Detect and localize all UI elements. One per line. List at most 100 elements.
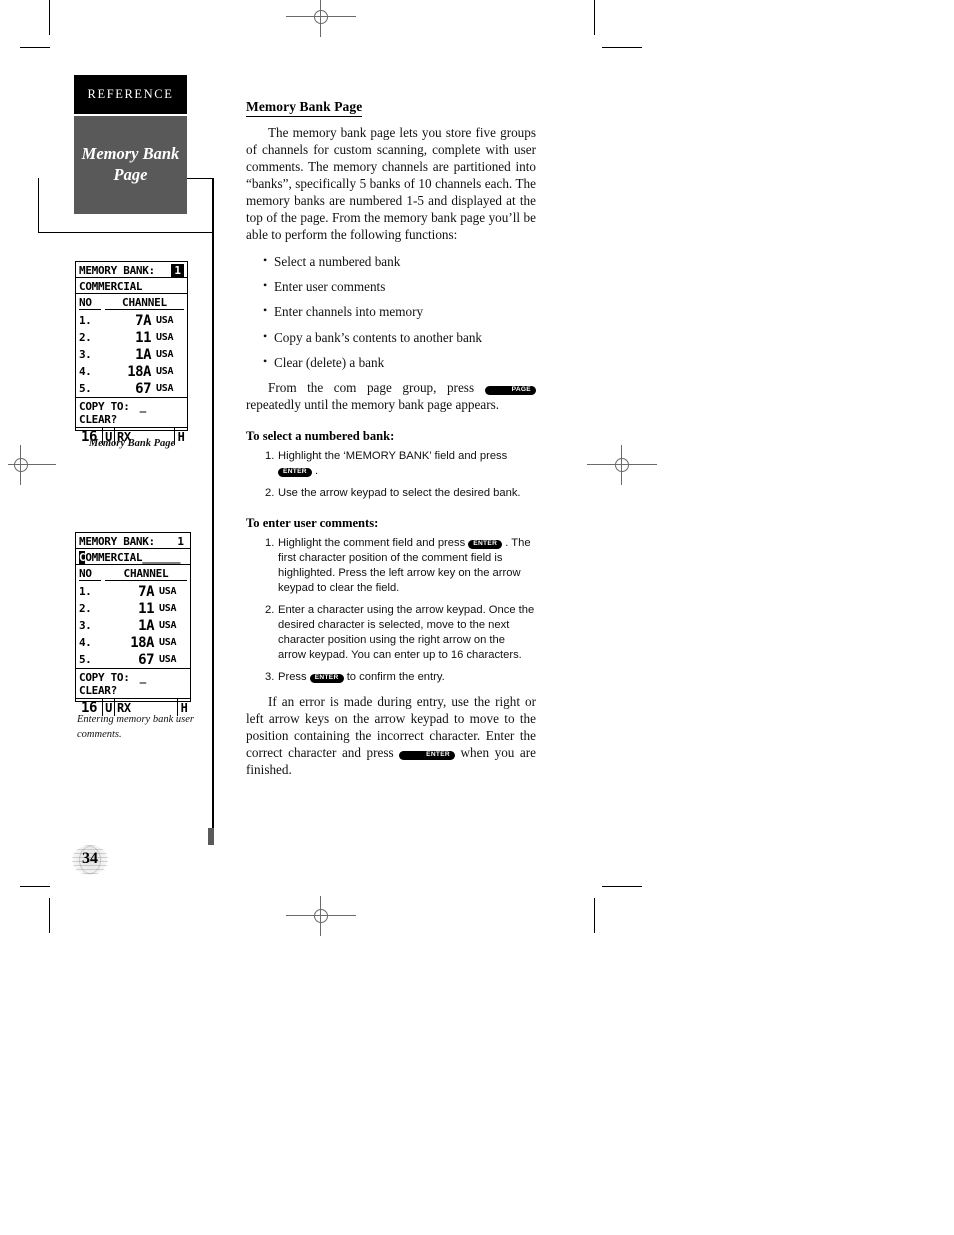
lcd-channel-region: USA [156, 315, 174, 326]
step-number: 1. [265, 537, 275, 550]
lcd-bank-number: 1 [171, 263, 184, 277]
page-title: Memory Bank Page [246, 99, 363, 117]
lcd-title-row: MEMORY BANK: 1 [76, 533, 190, 549]
lcd-channel-index: 3. [79, 619, 92, 632]
lcd-channel-value: 1A [138, 617, 154, 634]
lcd-channel-value: 11 [135, 329, 151, 346]
step-text-before: Enter a character using the arrow keypad… [278, 604, 535, 662]
lcd-channel-index: 5. [79, 653, 92, 666]
enter-key-button[interactable]: ENTER [278, 467, 312, 478]
lcd-clear-row: CLEAR? [76, 684, 190, 699]
enter-key-button[interactable]: ENTER [468, 539, 503, 550]
step-number: 3. [265, 671, 275, 684]
lcd-copy-to-value: _ [139, 399, 147, 413]
lcd-channel-row: 3. 1A USA [76, 346, 187, 363]
figure-caption-memory-bank-page: Memory Bank Page [88, 438, 176, 449]
lcd-clear-label: CLEAR? [79, 684, 117, 697]
crop-mark-top-left-horizontal [20, 47, 50, 48]
lcd-channel-value: 18A [127, 363, 151, 380]
lcd-channel-value: 1A [135, 346, 151, 363]
lcd-channel-row: 1. 7A USA [76, 312, 187, 329]
step-number: 1. [265, 450, 275, 463]
step-text-before: Highlight the ‘MEMORY BANK’ field and pr… [278, 450, 508, 463]
lcd-comment-row: COMMERCIAL [76, 278, 187, 294]
lcd-channel-region: USA [156, 332, 174, 343]
lcd-copy-to-label: COPY TO: [79, 670, 130, 684]
lcd-figure-entering-user-comments: MEMORY BANK: 1 C OMMERCIAL ______ NO CHANN… [75, 532, 191, 716]
lcd-channel-index: 4. [79, 636, 92, 649]
registration-mark-bottom [286, 896, 356, 936]
list-item: Enter channels into memory [263, 303, 536, 320]
lcd-copy-to-row: COPY TO: _ [76, 398, 187, 413]
figure-caption-entering-user-comments: Entering memory bank user comments. [77, 714, 194, 741]
procedure-step: 2. Enter a character using the arrow keyp… [246, 603, 536, 663]
crop-mark-bottom-left-vertical [49, 898, 50, 933]
lcd-channel-row: 2. 11 USA [76, 600, 190, 617]
lcd-channel-value: 7A [135, 312, 151, 329]
lcd-col-header-no: NO [79, 567, 101, 581]
lcd-channel-index: 4. [79, 365, 92, 378]
step-text-after: to confirm the entry. [346, 671, 445, 684]
chapter-title-line1: Memory Bank [81, 144, 180, 164]
list-item: Select a numbered bank [263, 253, 536, 270]
sidebar-rule-lower-horizontal [38, 232, 214, 234]
list-item: Clear (delete) a bank [263, 354, 536, 371]
lcd-col-header-no: NO [79, 296, 101, 310]
lcd-copy-to-value: _ [139, 670, 147, 684]
procedure-steps-user-comments: 1. Highlight the comment field and press … [246, 536, 536, 685]
procedure-step: 2. Use the arrow keypad to select the des… [246, 486, 536, 501]
lcd-column-header-row: NO CHANNEL [76, 565, 190, 583]
registration-mark-right [587, 445, 657, 485]
page-key-button[interactable]: PAGE [484, 385, 537, 396]
crop-mark-bottom-right-horizontal [602, 886, 642, 887]
feature-bullet-list: Select a numbered bank Enter user commen… [246, 253, 536, 371]
procedure-step: 1. Highlight the comment field and press … [246, 536, 536, 596]
intro-paragraph: The memory bank page lets you store five… [246, 125, 536, 242]
step-text-before: Use the arrow keypad to select the desir… [278, 487, 521, 500]
lcd-channel-region: USA [159, 654, 177, 665]
crop-mark-top-right-vertical [594, 0, 595, 35]
crop-mark-top-left-vertical [49, 0, 50, 35]
lcd-bank-number: 1 [177, 534, 184, 548]
lcd-channel-index: 1. [79, 314, 92, 327]
step-number: 2. [265, 604, 275, 617]
lcd-copy-to-row: COPY TO: _ [76, 669, 190, 684]
lcd-channel-region: USA [159, 620, 177, 631]
lcd-channel-index: 3. [79, 348, 92, 361]
lcd-title-label: MEMORY BANK: [79, 263, 155, 277]
chapter-title-line2: Page [113, 165, 148, 184]
enter-key-button[interactable]: ENTER [309, 673, 344, 684]
lcd-channel-row: 4. 18A USA [76, 634, 190, 651]
main-content-column: Memory Bank Page The memory bank page le… [246, 98, 537, 779]
registration-mark-top [286, 0, 356, 37]
list-item: Copy a bank’s contents to another bank [263, 329, 536, 346]
procedure-heading-user-comments: To enter user comments: [246, 516, 379, 531]
chapter-title: Memory Bank Page [82, 144, 180, 185]
lcd-comment-row: C OMMERCIAL ______ [76, 549, 190, 565]
reference-tab: REFERENCE [74, 75, 187, 114]
lcd-channel-region: USA [156, 349, 174, 360]
lcd-clear-label: CLEAR? [79, 413, 117, 426]
lcd-clear-row: CLEAR? [76, 413, 187, 428]
crop-mark-bottom-right-vertical [594, 898, 595, 933]
reference-tab-label: REFERENCE [87, 87, 174, 101]
list-item: Enter user comments [263, 278, 536, 295]
chapter-title-box: Memory Bank Page [74, 116, 187, 214]
sidebar-rule-column-divider [212, 178, 214, 833]
lcd-copy-to-label: COPY TO: [79, 399, 130, 413]
lcd-channel-value: 67 [138, 651, 154, 668]
lcd-channel-row: 5. 67 USA [76, 380, 187, 397]
lcd-channel-region: USA [159, 603, 177, 614]
enter-key-button[interactable]: ENTER [399, 750, 455, 761]
lcd-col-header-channel: CHANNEL [105, 296, 184, 310]
lcd-channel-row: 5. 67 USA [76, 651, 190, 668]
lcd-channel-row: 1. 7A USA [76, 583, 190, 600]
page-access-paragraph: From the com page group, press PAGE repe… [246, 380, 537, 414]
lcd-channel-row: 4. 18A USA [76, 363, 187, 380]
lcd-channel-region: USA [159, 637, 177, 648]
error-correction-paragraph: If an error is made during entry, use th… [246, 694, 536, 779]
lcd-title-label: MEMORY BANK: [79, 534, 155, 548]
registration-mark-left [8, 445, 56, 485]
step-text-after: . [314, 465, 319, 478]
lcd-figure-memory-bank-page: MEMORY BANK: 1 COMMERCIAL NO CHANNEL 1. … [75, 261, 188, 445]
